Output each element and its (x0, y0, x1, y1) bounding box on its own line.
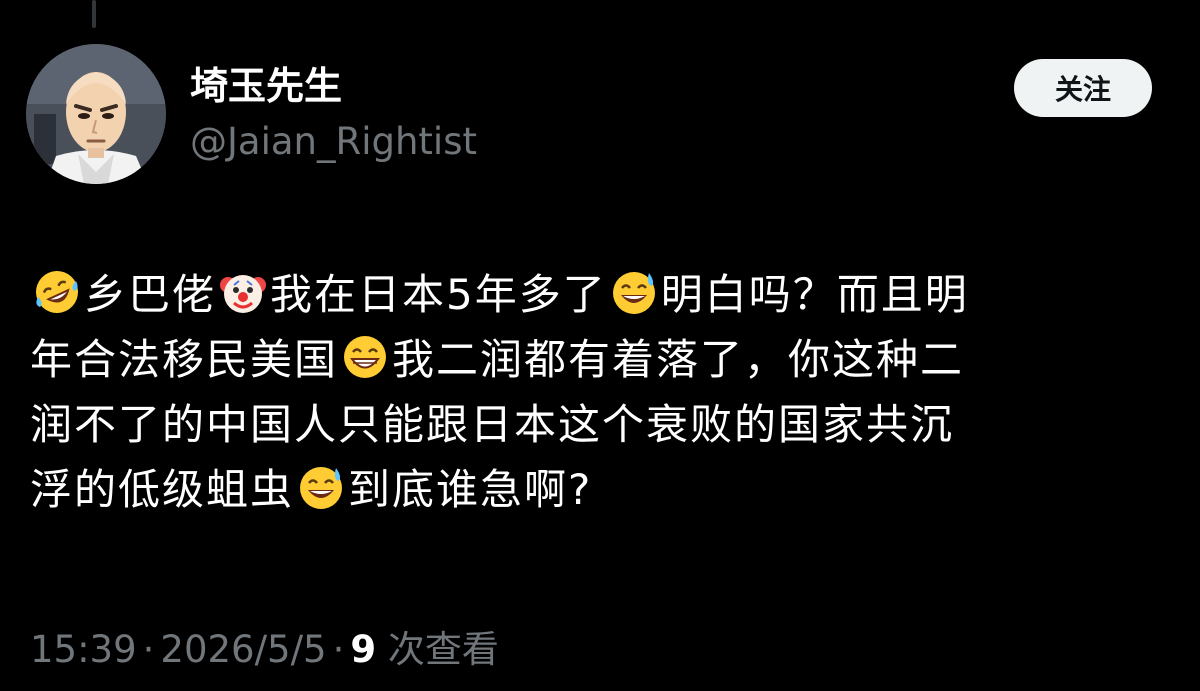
clown-face-emoji-icon (218, 267, 268, 317)
author-handle[interactable]: @Jaian_Rightist (190, 118, 477, 166)
tweet-segment: 到底谁急啊? (348, 465, 593, 514)
tweet-line: 润不了的中国人只能跟日本这个衰败的国家共沉 (30, 392, 1170, 457)
rofl-emoji-icon (32, 267, 82, 317)
follow-button[interactable]: 关注 (1014, 59, 1152, 117)
tweet-meta: 15:39 · 2026/5/5 · 9 次查看 (30, 626, 499, 674)
tweet-date[interactable]: 2026/5/5 (160, 628, 326, 671)
tweet-segment: 浮的低级蛆虫 (30, 465, 295, 514)
author-display-name[interactable]: 埼玉先生 (190, 62, 342, 110)
anime-bald-hero-avatar-icon (26, 44, 166, 184)
separator-dot: · (332, 628, 345, 671)
tweet-segment: 明白吗？而且明 (660, 270, 969, 319)
grinning-sweat-emoji-icon (296, 462, 346, 512)
tweet-line: 年合法移民美国 我二润都有着落了，你这种二 (30, 327, 1170, 392)
views-label[interactable]: 次查看 (388, 628, 499, 671)
thread-connector-line (92, 0, 96, 28)
tweet-segment: 我二润都有着落了，你这种二 (392, 335, 965, 384)
avatar[interactable] (26, 44, 166, 184)
tweet-time[interactable]: 15:39 (30, 628, 137, 671)
beaming-smile-emoji-icon (340, 332, 390, 382)
tweet-line: 乡巴佬 我在日本5年多了 明白吗？而且明 (30, 262, 1170, 327)
separator-dot: · (142, 628, 155, 671)
views-count[interactable]: 9 (350, 628, 376, 671)
tweet-segment: 润不了的中国人只能跟日本这个衰败的国家共沉 (30, 400, 955, 449)
tweet-segment: 年合法移民美国 (30, 335, 339, 384)
tweet-segment: 乡巴佬 (84, 270, 217, 319)
grinning-sweat-emoji-icon (609, 267, 659, 317)
tweet-text: 乡巴佬 我在日本5年多了 明白吗？而且明 年合法移民美国 我二润都有着落了，你这… (30, 262, 1170, 522)
tweet-segment: 我在日本5年多了 (270, 270, 607, 319)
tweet-line: 浮的低级蛆虫 到底谁急啊? (30, 457, 1170, 522)
